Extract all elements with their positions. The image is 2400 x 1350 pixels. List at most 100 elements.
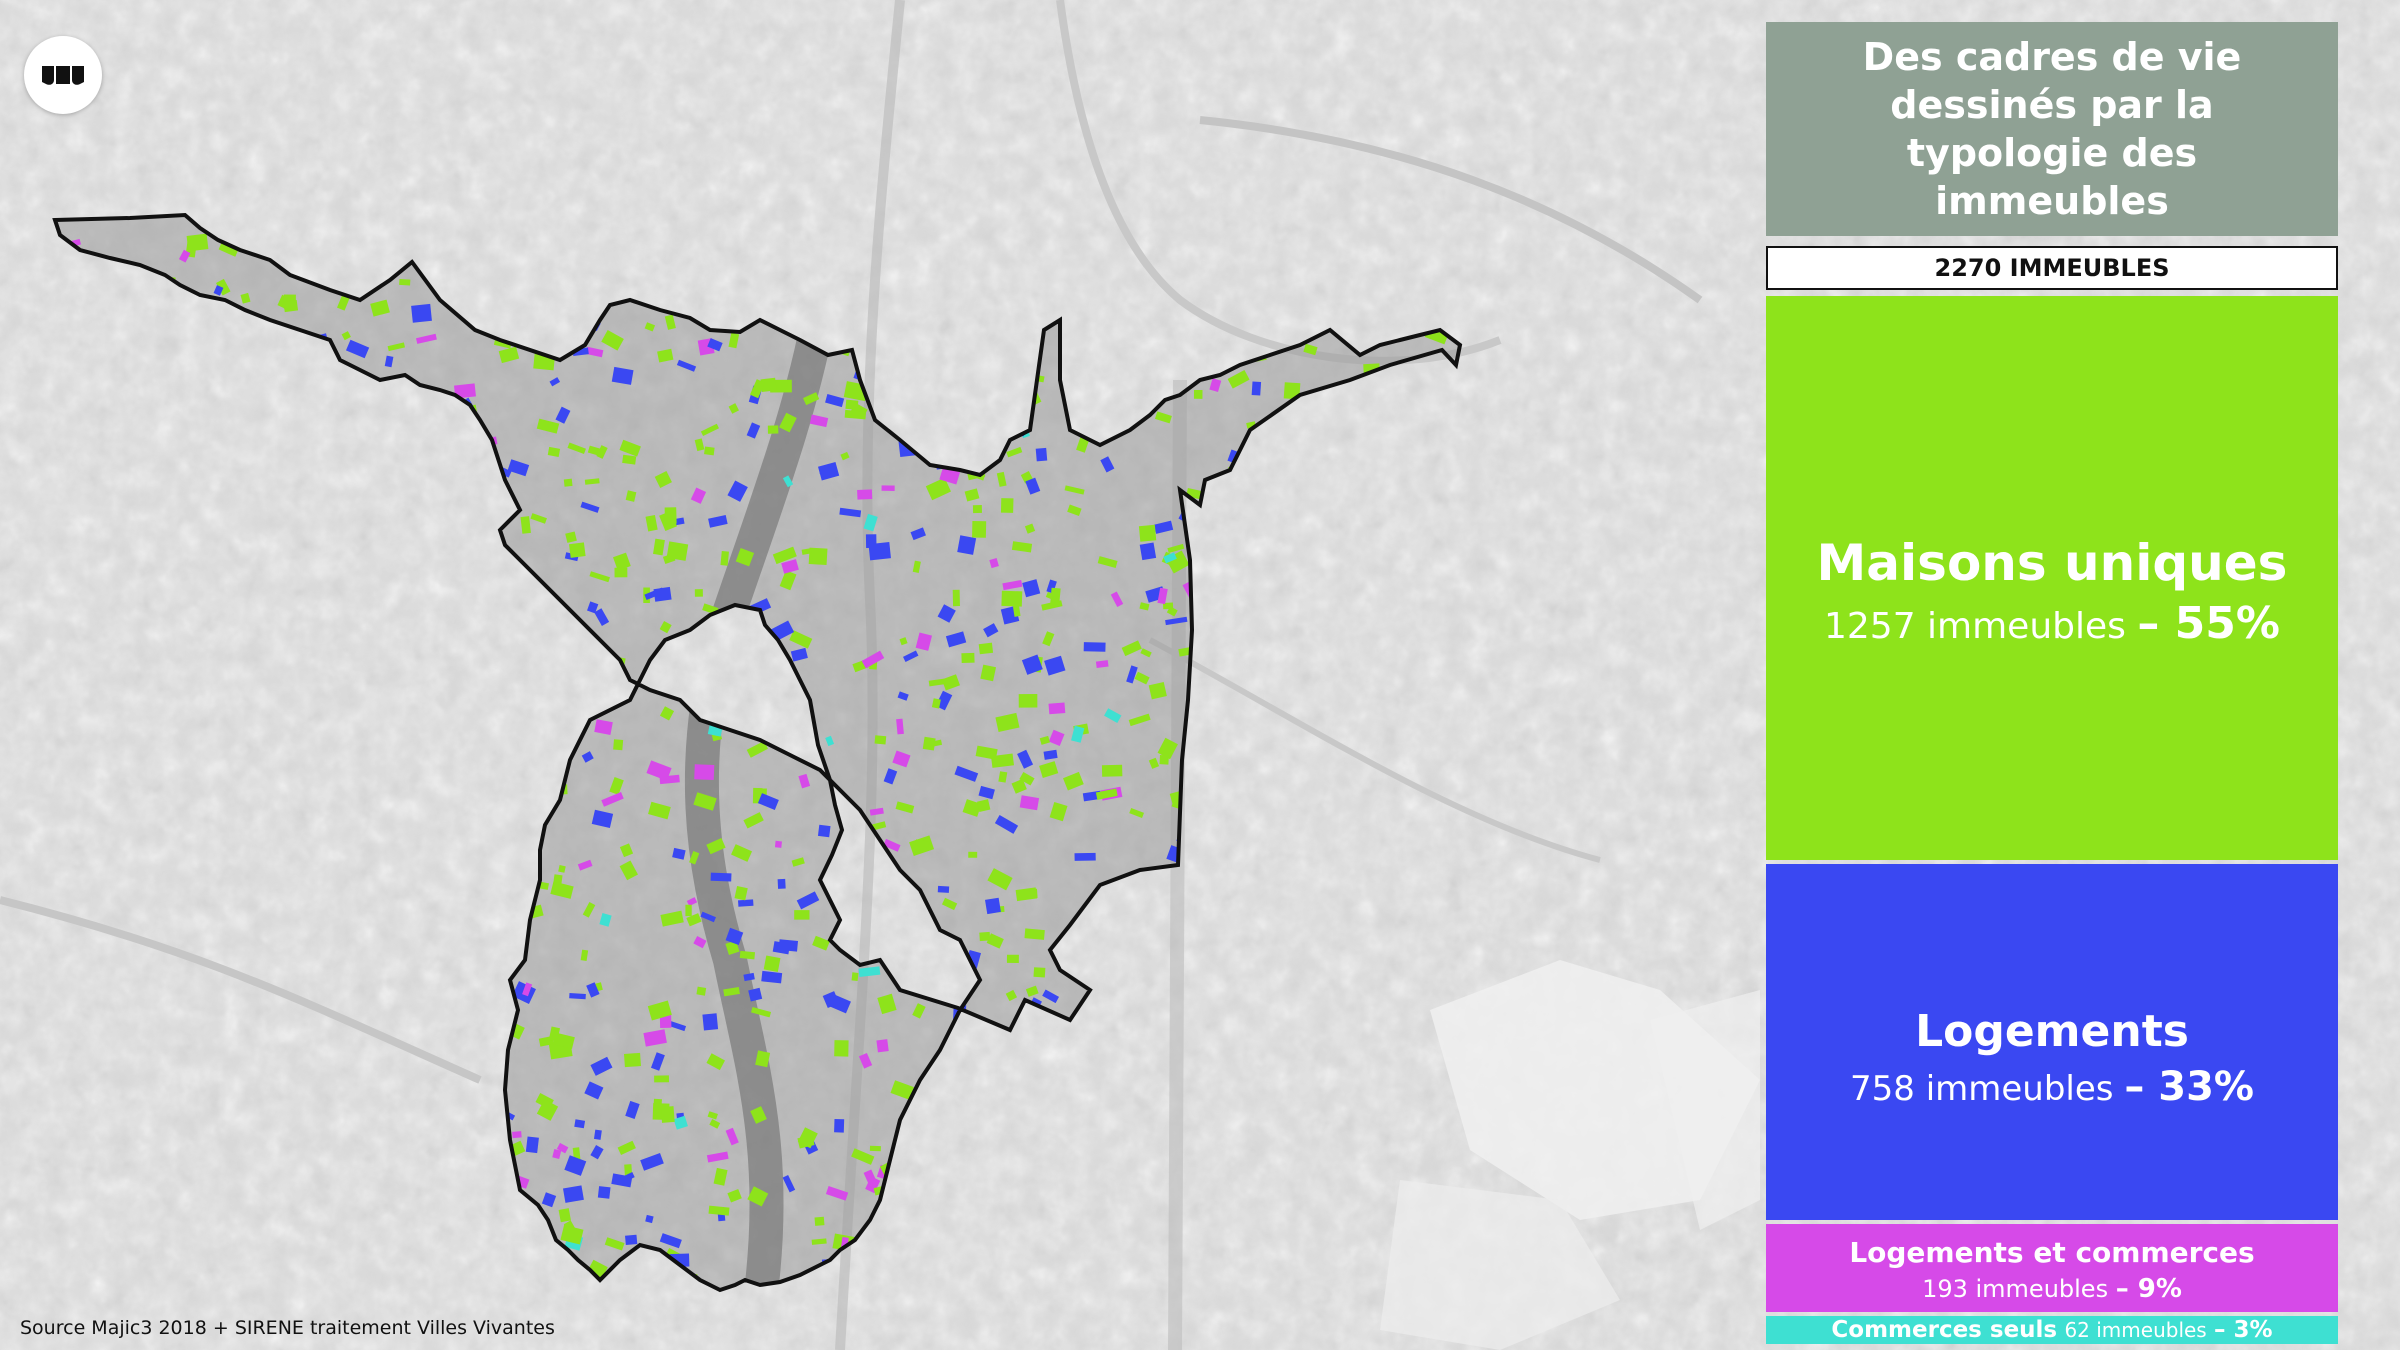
building-footprint xyxy=(613,739,624,751)
building-footprint xyxy=(569,542,586,558)
building-footprint xyxy=(558,1208,571,1223)
building-footprint xyxy=(625,1234,638,1246)
building-footprint xyxy=(876,1039,889,1053)
building-footprint xyxy=(874,735,887,745)
category-percent: – 3% xyxy=(2214,1317,2273,1343)
brand-logo-icon xyxy=(42,66,84,85)
building-footprint xyxy=(694,589,703,597)
building-footprint xyxy=(814,1216,825,1226)
building-footprint xyxy=(857,489,873,500)
total-count: 2270 IMMEUBLES xyxy=(1766,246,2338,290)
building-footprint xyxy=(1006,954,1019,964)
building-footprint xyxy=(664,507,677,524)
building-footprint xyxy=(654,1075,669,1083)
building-footprint xyxy=(694,764,715,781)
building-footprint xyxy=(1101,764,1123,777)
building-footprint xyxy=(563,1185,584,1203)
building-footprint xyxy=(622,454,637,465)
building-footprint xyxy=(834,1040,849,1057)
panel-title: Des cadres de vie dessinés par la typolo… xyxy=(1766,22,2338,236)
category-commerces-seuls: Commerces seuls 62 immeubles – 3% xyxy=(1766,1316,2338,1344)
building-footprint xyxy=(738,899,754,907)
building-footprint xyxy=(720,551,729,566)
category-percent: – 9% xyxy=(2115,1274,2182,1304)
building-footprint xyxy=(399,279,411,286)
building-footprint xyxy=(704,446,715,456)
building-footprint xyxy=(1048,702,1066,715)
building-footprint xyxy=(957,535,977,555)
building-footprint xyxy=(1024,928,1045,940)
building-footprint xyxy=(865,534,877,548)
building-footprint xyxy=(978,642,994,655)
building-footprint xyxy=(574,1119,586,1129)
building-footprint xyxy=(593,1129,602,1140)
building-footprint xyxy=(1193,390,1203,399)
building-footprint xyxy=(851,972,859,982)
building-footprint xyxy=(985,897,1001,915)
building-footprint xyxy=(666,541,689,561)
brand-logo[interactable] xyxy=(24,36,102,114)
building-footprint xyxy=(1083,642,1106,652)
building-footprint xyxy=(952,589,960,607)
building-footprint xyxy=(283,300,299,313)
building-footprint xyxy=(569,993,586,1000)
building-footprint xyxy=(614,567,628,578)
category-maisons-uniques: Maisons uniques 1257 immeubles – 55% xyxy=(1766,296,2338,860)
building-footprint xyxy=(696,986,707,996)
building-footprint xyxy=(1000,498,1014,513)
building-footprint xyxy=(937,885,950,893)
building-footprint xyxy=(817,824,831,838)
category-name: Logements et commerces xyxy=(1849,1236,2255,1269)
building-footprint xyxy=(763,955,781,973)
building-footprint xyxy=(922,736,936,751)
category-count: 758 immeubles xyxy=(1849,1069,2114,1109)
building-footprint xyxy=(1018,694,1038,708)
building-footprint xyxy=(710,872,732,882)
category-percent: – 33% xyxy=(2124,1064,2254,1110)
building-footprint xyxy=(597,1186,611,1199)
building-footprint xyxy=(563,478,573,487)
building-footprint xyxy=(1001,590,1023,607)
category-count: 62 immeubles xyxy=(2064,1318,2207,1342)
building-footprint xyxy=(972,521,987,538)
category-name: Logements xyxy=(1915,1006,2189,1057)
building-footprint xyxy=(1139,542,1157,561)
category-count: 193 immeubles xyxy=(1922,1275,2109,1303)
building-footprint xyxy=(653,586,672,602)
building-footprint xyxy=(777,878,786,889)
building-footprint xyxy=(808,547,828,565)
building-footprint xyxy=(1074,852,1096,861)
building-footprint xyxy=(685,904,692,917)
building-footprint xyxy=(794,910,810,920)
building-footprint xyxy=(778,939,799,952)
building-footprint xyxy=(1251,381,1262,396)
building-footprint xyxy=(739,950,756,960)
building-footprint xyxy=(1035,447,1048,462)
category-name: Commerces seuls xyxy=(1831,1317,2058,1343)
building-footprint xyxy=(525,1136,539,1154)
building-footprint xyxy=(961,652,975,663)
building-footprint xyxy=(972,504,982,514)
building-footprint xyxy=(1033,967,1046,978)
category-count: 1257 immeubles xyxy=(1823,606,2126,647)
building-footprint xyxy=(834,1119,845,1133)
building-footprint xyxy=(512,1131,522,1139)
building-footprint xyxy=(702,1013,719,1031)
building-footprint xyxy=(1159,755,1169,765)
building-footprint xyxy=(761,970,783,984)
building-footprint xyxy=(411,303,432,323)
source-caption: Source Majic3 2018 + SIRENE traitement V… xyxy=(20,1317,555,1339)
legend-panel: Des cadres de vie dessinés par la typolo… xyxy=(1766,22,2338,1344)
building-footprint xyxy=(660,1106,675,1123)
building-footprint xyxy=(979,931,991,942)
building-footprint xyxy=(774,840,782,848)
category-percent: – 55% xyxy=(2137,598,2280,649)
building-footprint xyxy=(968,851,978,858)
building-footprint xyxy=(767,425,779,434)
building-footprint xyxy=(1138,524,1157,542)
category-name: Maisons uniques xyxy=(1816,534,2288,592)
building-footprint xyxy=(624,1052,641,1068)
category-logements: Logements 758 immeubles – 33% xyxy=(1766,864,2338,1220)
category-logements-et-commerces: Logements et commerces 193 immeubles – 9… xyxy=(1766,1224,2338,1312)
building-footprint xyxy=(881,485,895,491)
